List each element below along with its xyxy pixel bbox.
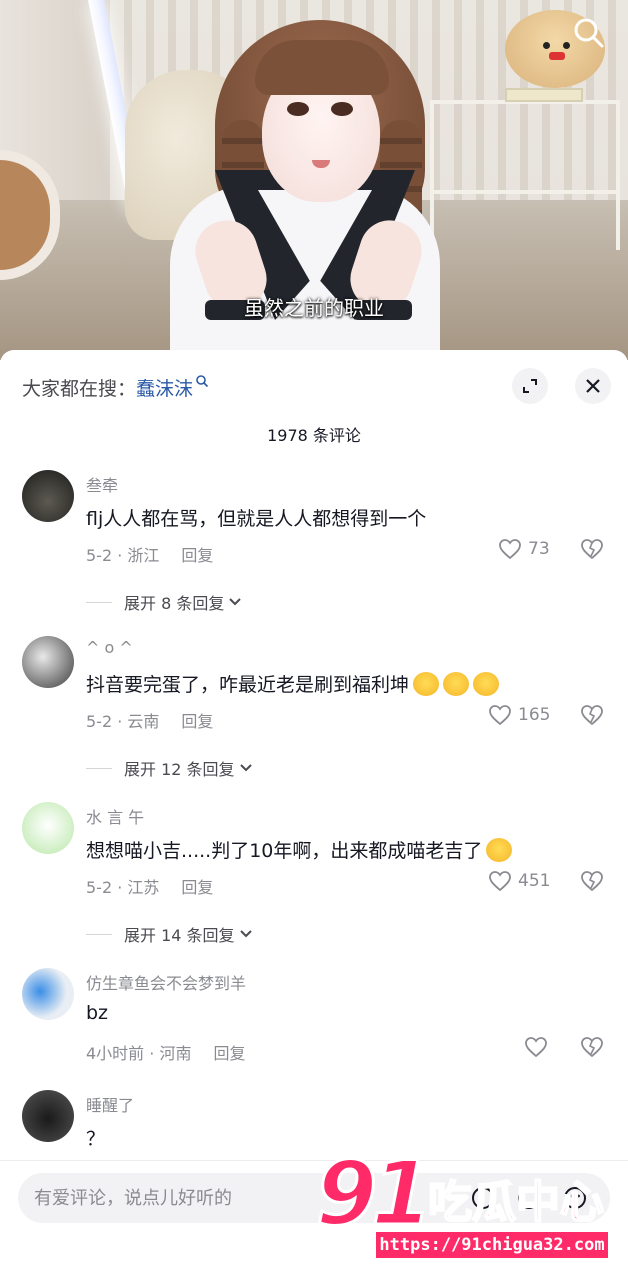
comment-count: 1978 条评论 xyxy=(267,426,361,445)
like-button[interactable] xyxy=(524,1036,548,1058)
comment-meta: 5-2 · 云南 回复 xyxy=(86,712,214,731)
cart-shelf xyxy=(430,190,620,194)
comment-meta: 4小时前 · 河南 回复 xyxy=(86,1044,246,1063)
video-subtitle: 虽然之前的职业 xyxy=(244,296,384,320)
emoji-icon xyxy=(443,671,470,696)
chevron-down-icon xyxy=(229,598,242,606)
emoji-icon xyxy=(473,671,500,696)
trending-prefix: 大家都在搜： xyxy=(22,378,137,400)
search-icon[interactable] xyxy=(572,16,606,50)
trending-search[interactable]: 大家都在搜：蠢沫沫 xyxy=(22,374,209,401)
comment-author[interactable]: 仿生章鱼会不会梦到羊 xyxy=(86,970,246,994)
reply-button[interactable]: 回复 xyxy=(181,878,213,897)
like-count: 73 xyxy=(528,539,550,559)
like-count: 451 xyxy=(518,871,551,891)
avatar[interactable] xyxy=(22,802,74,854)
comment-text: bz xyxy=(86,1002,109,1024)
avatar[interactable] xyxy=(22,470,74,522)
comment-text: ？ xyxy=(86,1128,106,1150)
trending-keyword[interactable]: 蠢沫沫 xyxy=(136,378,193,400)
chevron-down-icon xyxy=(239,930,252,938)
dislike-icon[interactable] xyxy=(580,870,604,896)
search-small-icon xyxy=(196,375,209,388)
cart xyxy=(430,100,620,250)
comment-meta: 5-2 · 浙江 回复 xyxy=(86,546,214,565)
comment-author[interactable]: ^ o ^ xyxy=(86,638,133,657)
comment-text: 抖音要完蛋了，咋最近老是刷到福利坤 xyxy=(86,670,500,698)
dislike-icon[interactable] xyxy=(580,538,604,564)
like-button[interactable]: 73 xyxy=(498,538,550,560)
comment-author[interactable]: 叁牵 xyxy=(86,472,118,496)
book xyxy=(505,88,583,102)
like-button[interactable]: 165 xyxy=(488,704,550,726)
comment-text: flj人人都在骂，但就是人人都想得到一个 xyxy=(86,508,427,530)
reply-button[interactable]: 回复 xyxy=(213,1044,245,1063)
watermark-logo: 91 吃瓜中心 https://91chigua32.com xyxy=(314,1141,616,1266)
comment-meta: 5-2 · 江苏 回复 xyxy=(86,878,214,897)
emoji-icon xyxy=(413,671,440,696)
video-player[interactable]: 虽然之前的职业 xyxy=(0,0,628,360)
avatar[interactable] xyxy=(22,636,74,688)
watermark-url: https://91chigua32.com xyxy=(374,1230,610,1260)
expand-replies[interactable]: 展开 8 条回复 xyxy=(86,590,242,614)
avatar[interactable] xyxy=(22,1090,74,1142)
comment-author[interactable]: 水 言 午 xyxy=(86,804,144,828)
close-icon[interactable] xyxy=(575,368,611,404)
like-count: 165 xyxy=(518,705,551,725)
dislike-icon[interactable] xyxy=(580,704,604,730)
emoji-icon xyxy=(486,837,513,862)
heart-icon xyxy=(489,871,511,892)
comment-author[interactable]: 睡醒了 xyxy=(86,1092,134,1116)
avatar[interactable] xyxy=(22,968,74,1020)
comment-text: 想想喵小吉.....判了10年啊，出来都成喵老吉了 xyxy=(86,836,513,864)
chevron-down-icon xyxy=(239,764,252,772)
dislike-icon[interactable] xyxy=(580,1036,604,1062)
reply-button[interactable]: 回复 xyxy=(181,546,213,565)
like-button[interactable]: 451 xyxy=(488,870,550,892)
expand-icon[interactable] xyxy=(512,368,548,404)
watermark-text: 吃瓜中心 xyxy=(427,1176,605,1229)
expand-replies[interactable]: 展开 14 条回复 xyxy=(86,922,253,946)
reply-button[interactable]: 回复 xyxy=(181,712,213,731)
heart-icon xyxy=(525,1037,547,1058)
heart-icon xyxy=(489,705,511,726)
heart-icon xyxy=(499,539,521,560)
person-bangs xyxy=(255,40,389,95)
expand-replies[interactable]: 展开 12 条回复 xyxy=(86,756,253,780)
